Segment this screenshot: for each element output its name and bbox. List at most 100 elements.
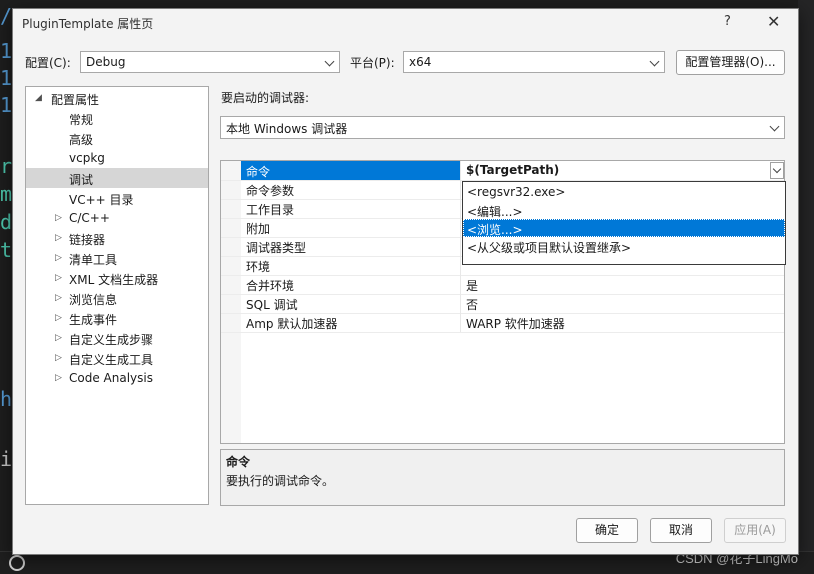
close-icon[interactable]: ✕ [767,12,780,31]
collapsed-arrow-icon[interactable]: ▷ [55,333,62,343]
cancel-button[interactable]: 取消 [650,518,712,543]
command-dropdown-list[interactable]: <regsvr32.exe> <编辑...> <浏览...> <从父级或项目默认设置继… [462,181,786,265]
dropdown-option[interactable]: <从父级或项目默认设置继承> [463,237,785,255]
collapsed-arrow-icon[interactable]: ▷ [55,233,62,243]
tree-item-label: 自定义生成工具 [69,353,154,367]
tree-item-label: 自定义生成步骤 [69,333,154,347]
tree-item-label: 高级 [69,133,94,147]
description-body: 要执行的调试命令。 [226,474,335,488]
ok-button[interactable]: 确定 [576,518,638,543]
debugger-label: 要启动的调试器: [221,91,310,105]
tree-item[interactable]: ▷ 自定义生成工具 [26,348,208,368]
property-name: Amp 默认加速器 [246,317,338,331]
debugger-select[interactable]: 本地 Windows 调试器 [220,116,785,139]
editor-glyph: m [0,182,13,206]
editor-glyph: 1 [0,39,13,63]
tree-item[interactable]: ▷ Code Analysis [26,368,208,388]
property-row[interactable]: Amp 默认加速器 WARP 软件加速器 [221,313,784,333]
config-label: 配置(C): [25,56,71,70]
property-tree[interactable]: ◢ 配置属性 常规 高级 vcpkg 调试 VC++ 目录 ▷ C/C++ ▷ 链接器 ▷ 清单工具… [25,86,209,505]
tree-item[interactable]: 调试 [26,168,208,188]
tree-item[interactable]: ▷ XML 文档生成器 [26,268,208,288]
collapsed-arrow-icon[interactable]: ▷ [55,313,62,323]
chevron-down-icon [772,164,782,174]
editor-glyph: t [0,238,13,262]
help-icon[interactable]: ? [724,14,731,29]
editor-glyph: i [0,447,13,471]
editor-glyph: r [0,154,13,178]
property-row[interactable]: 合并环境 是 [221,275,784,295]
property-name: 命令 [246,165,271,179]
tree-item[interactable]: ▷ 生成事件 [26,308,208,328]
property-name: 调试器类型 [246,241,307,255]
tree-item-label: vcpkg [69,151,105,165]
column-divider [460,237,461,256]
tree-root-label: 配置属性 [51,93,100,107]
tree-item[interactable]: ▷ 清单工具 [26,248,208,268]
editor-glyph: h [0,387,13,411]
property-name: 工作目录 [246,203,295,217]
description-panel: 命令 要执行的调试命令。 [220,449,785,506]
property-row[interactable]: 命令 $(TargetPath) [221,161,784,181]
editor-glyph: 1 [0,66,13,90]
tree-item-label: Code Analysis [69,371,153,385]
expanded-arrow-icon: ◢ [35,93,42,103]
collapsed-arrow-icon[interactable]: ▷ [55,353,62,363]
property-value[interactable]: WARP 软件加速器 [466,315,565,332]
tree-item-label: 调试 [69,173,94,187]
dropdown-option[interactable]: <regsvr32.exe> [463,183,785,201]
column-divider [460,275,461,294]
editor-glyph: 1 [0,93,13,117]
debugger-value: 本地 Windows 调试器 [226,122,348,136]
tree-item[interactable]: ▷ 浏览信息 [26,288,208,308]
tree-root[interactable]: ◢ 配置属性 [26,88,208,108]
tree-item[interactable]: 高级 [26,128,208,148]
column-divider [460,313,461,332]
tree-item[interactable]: ▷ C/C++ [26,208,208,228]
column-divider [460,218,461,237]
tree-item[interactable]: vcpkg [26,148,208,168]
property-value[interactable]: 是 [466,277,478,294]
collapsed-arrow-icon[interactable]: ▷ [55,293,62,303]
chevron-down-icon [649,56,660,67]
config-select[interactable]: Debug [80,51,340,73]
tree-item[interactable]: VC++ 目录 [26,188,208,208]
property-pages-dialog: PluginTemplate 属性页 ? ✕ 配置(C): Debug 平台(P… [12,8,799,555]
history-icon[interactable] [9,555,25,571]
dropdown-option[interactable]: <浏览...> [463,219,785,237]
property-row[interactable]: SQL 调试 否 [221,294,784,314]
collapsed-arrow-icon[interactable]: ▷ [55,273,62,283]
description-title: 命令 [226,455,251,469]
dropdown-option[interactable]: <编辑...> [463,201,785,219]
collapsed-arrow-icon[interactable]: ▷ [55,373,62,383]
tree-item[interactable]: ▷ 自定义生成步骤 [26,328,208,348]
tree-item-label: 浏览信息 [69,293,118,307]
config-manager-button[interactable]: 配置管理器(O)... [676,50,785,75]
property-name: SQL 调试 [246,298,298,312]
apply-button[interactable]: 应用(A) [724,518,786,543]
tree-item[interactable]: ▷ 链接器 [26,228,208,248]
dialog-title: PluginTemplate 属性页 [22,17,154,31]
chevron-down-icon [324,56,335,67]
column-divider [460,256,461,275]
platform-select[interactable]: x64 [403,51,665,73]
tree-item-label: 生成事件 [69,313,118,327]
command-dropdown-button[interactable] [770,162,784,179]
property-value[interactable]: 否 [466,296,478,313]
collapsed-arrow-icon[interactable]: ▷ [55,253,62,263]
property-name: 合并环境 [246,279,295,293]
tree-item[interactable]: 常规 [26,108,208,128]
property-name: 附加 [246,222,271,236]
editor-scrollbar[interactable] [798,0,814,574]
editor-glyph: d [0,210,13,234]
dropdown-option-label: <编辑...> [467,205,523,219]
property-name: 环境 [246,260,271,274]
property-value[interactable]: $(TargetPath) [466,163,559,177]
selected-highlight [241,161,460,180]
column-divider [460,294,461,313]
tree-item-label: XML 文档生成器 [69,273,159,287]
collapsed-arrow-icon[interactable]: ▷ [55,213,62,223]
property-name: 命令参数 [246,184,295,198]
tree-item-label: 清单工具 [69,253,118,267]
platform-label: 平台(P): [350,56,395,70]
